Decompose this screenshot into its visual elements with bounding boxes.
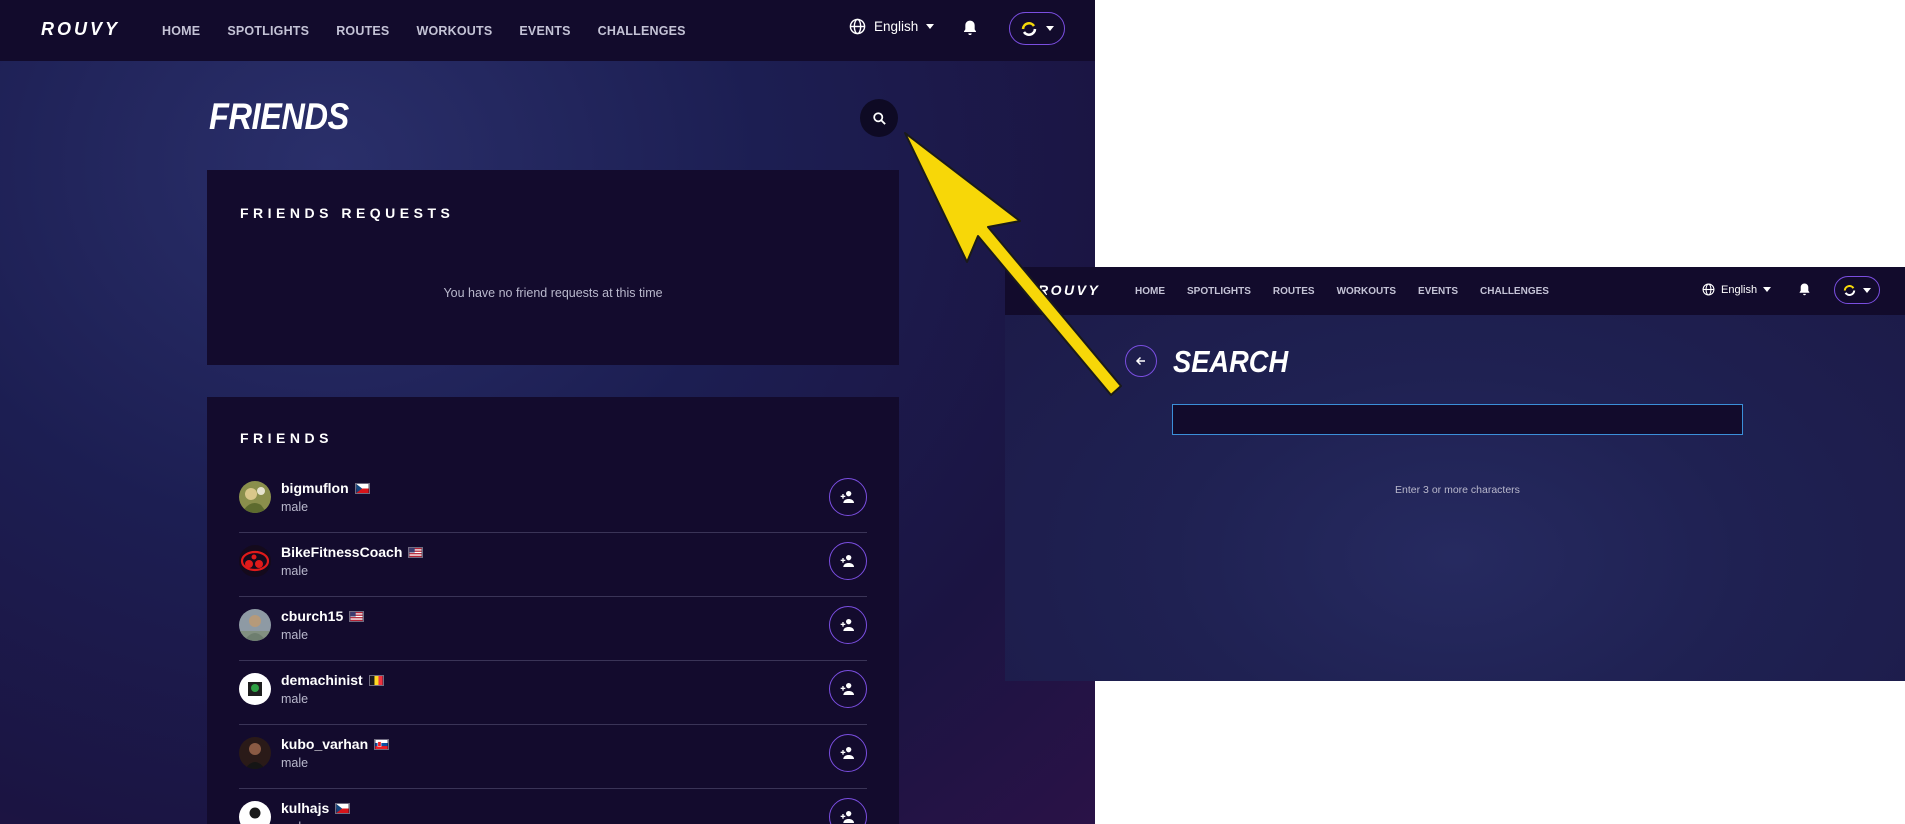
add-user-icon	[840, 555, 854, 567]
nav-workouts[interactable]: WORKOUTS	[416, 24, 492, 38]
flag-cz-icon	[354, 482, 370, 494]
language-label: English	[1721, 283, 1758, 296]
arrow-left-icon	[1135, 356, 1145, 366]
friend-gender: male	[281, 692, 309, 706]
friend-row[interactable]: kubo_varhan male	[239, 725, 867, 789]
inset-main-nav: HOME SPOTLIGHTS ROUTES WORKOUTS EVENTS C…	[1135, 267, 1549, 315]
add-user-icon	[840, 811, 854, 823]
add-friend-button[interactable]	[829, 606, 867, 644]
search-button[interactable]	[860, 99, 898, 137]
top-navbar: ROUVY HOME SPOTLIGHTS ROUTES WORKOUTS EV…	[0, 0, 1095, 61]
flag-us-icon	[408, 546, 424, 558]
nav-home[interactable]: HOME	[1135, 286, 1165, 297]
bell-icon[interactable]	[962, 19, 978, 37]
friend-name[interactable]: bigmuflon	[281, 480, 370, 496]
back-button[interactable]	[1125, 345, 1157, 377]
search-icon	[872, 111, 886, 125]
friend-gender: male	[281, 756, 309, 770]
add-friend-button[interactable]	[829, 734, 867, 772]
chevron-down-icon	[1863, 287, 1871, 293]
friend-row[interactable]: bigmuflon male	[239, 469, 867, 533]
avatar[interactable]	[239, 737, 271, 769]
add-user-icon	[840, 747, 854, 759]
annotated-screenshot: ROUVY HOME SPOTLIGHTS ROUTES WORKOUTS EV…	[0, 0, 1905, 824]
friend-row[interactable]: demachinist male	[239, 661, 867, 725]
user-menu[interactable]	[1834, 276, 1880, 304]
language-selector[interactable]: English	[1702, 283, 1772, 296]
friend-name[interactable]: demachinist	[281, 672, 384, 688]
nav-workouts[interactable]: WORKOUTS	[1337, 286, 1396, 297]
chevron-down-icon	[926, 24, 935, 29]
inset-top-navbar: ROUVY HOME SPOTLIGHTS ROUTES WORKOUTS EV…	[1005, 267, 1905, 315]
avatar[interactable]	[239, 545, 271, 577]
language-label: English	[874, 19, 919, 34]
add-friend-button[interactable]	[829, 798, 867, 824]
nav-spotlights[interactable]: SPOTLIGHTS	[227, 24, 309, 38]
bell-icon[interactable]	[1798, 282, 1811, 297]
chevron-down-icon	[1763, 287, 1772, 292]
add-friend-button[interactable]	[829, 542, 867, 580]
globe-icon	[849, 18, 866, 35]
flag-sk-icon	[374, 738, 390, 750]
add-user-icon	[840, 491, 854, 503]
friend-list: bigmuflon male BikeFitnessCoach male cbu…	[239, 469, 867, 824]
friends-heading: FRIENDS	[240, 430, 333, 446]
avatar-logo-icon	[1021, 21, 1036, 36]
page-title: FRIENDS	[209, 96, 349, 137]
avatar-logo-icon	[1843, 284, 1856, 296]
nav-routes[interactable]: ROUTES	[336, 24, 389, 38]
friend-name[interactable]: BikeFitnessCoach	[281, 544, 424, 560]
rouvy-logo[interactable]: ROUVY	[41, 19, 120, 39]
add-friend-button[interactable]	[829, 670, 867, 708]
avatar[interactable]	[239, 609, 271, 641]
flag-cz-icon	[335, 802, 351, 814]
avatar[interactable]	[239, 673, 271, 705]
add-friend-button[interactable]	[829, 478, 867, 516]
nav-events[interactable]: EVENTS	[519, 24, 570, 38]
nav-routes[interactable]: ROUTES	[1273, 286, 1315, 297]
add-user-icon	[840, 619, 854, 631]
nav-challenges[interactable]: CHALLENGES	[598, 24, 686, 38]
friend-row[interactable]: cburch15 male	[239, 597, 867, 661]
flag-us-icon	[349, 610, 365, 622]
empty-requests-message: You have no friend requests at this time	[443, 286, 663, 300]
friend-name[interactable]: kubo_varhan	[281, 736, 390, 752]
search-page-title: SEARCH	[1173, 344, 1289, 379]
friend-gender: male	[281, 628, 309, 642]
add-user-icon	[840, 683, 854, 695]
chevron-down-icon	[1045, 26, 1054, 31]
friend-row[interactable]: kulhajs male	[239, 789, 867, 824]
search-hint: Enter 3 or more characters	[1395, 484, 1520, 496]
friend-gender: male	[281, 500, 309, 514]
search-page-inset: ROUVY HOME SPOTLIGHTS ROUTES WORKOUTS EV…	[1005, 267, 1905, 681]
friend-gender: male	[281, 564, 309, 578]
friend-name[interactable]: kulhajs	[281, 800, 351, 816]
avatar[interactable]	[239, 801, 271, 824]
friend-name[interactable]: cburch15	[281, 608, 365, 624]
friends-page: ROUVY HOME SPOTLIGHTS ROUTES WORKOUTS EV…	[0, 0, 1095, 824]
nav-spotlights[interactable]: SPOTLIGHTS	[1187, 286, 1251, 297]
friend-gender: male	[281, 820, 308, 824]
nav-challenges[interactable]: CHALLENGES	[1480, 286, 1549, 297]
user-menu[interactable]	[1009, 12, 1065, 45]
friend-row[interactable]: BikeFitnessCoach male	[239, 533, 867, 597]
nav-events[interactable]: EVENTS	[1418, 286, 1458, 297]
rouvy-logo[interactable]: ROUVY	[1038, 282, 1100, 298]
friend-requests-heading: FRIENDS REQUESTS	[240, 205, 455, 221]
globe-icon	[1702, 283, 1715, 296]
avatar[interactable]	[239, 481, 271, 513]
language-selector[interactable]: English	[849, 18, 935, 35]
friends-panel: FRIENDS bigmuflon male BikeFitnessCoach …	[207, 397, 899, 824]
friend-requests-panel: FRIENDS REQUESTS You have no friend requ…	[207, 170, 899, 365]
search-input[interactable]	[1172, 404, 1743, 435]
flag-be-icon	[368, 674, 384, 686]
nav-home[interactable]: HOME	[162, 24, 200, 38]
main-nav: HOME SPOTLIGHTS ROUTES WORKOUTS EVENTS C…	[162, 0, 686, 61]
logo-text: ROUVY	[41, 18, 121, 39]
